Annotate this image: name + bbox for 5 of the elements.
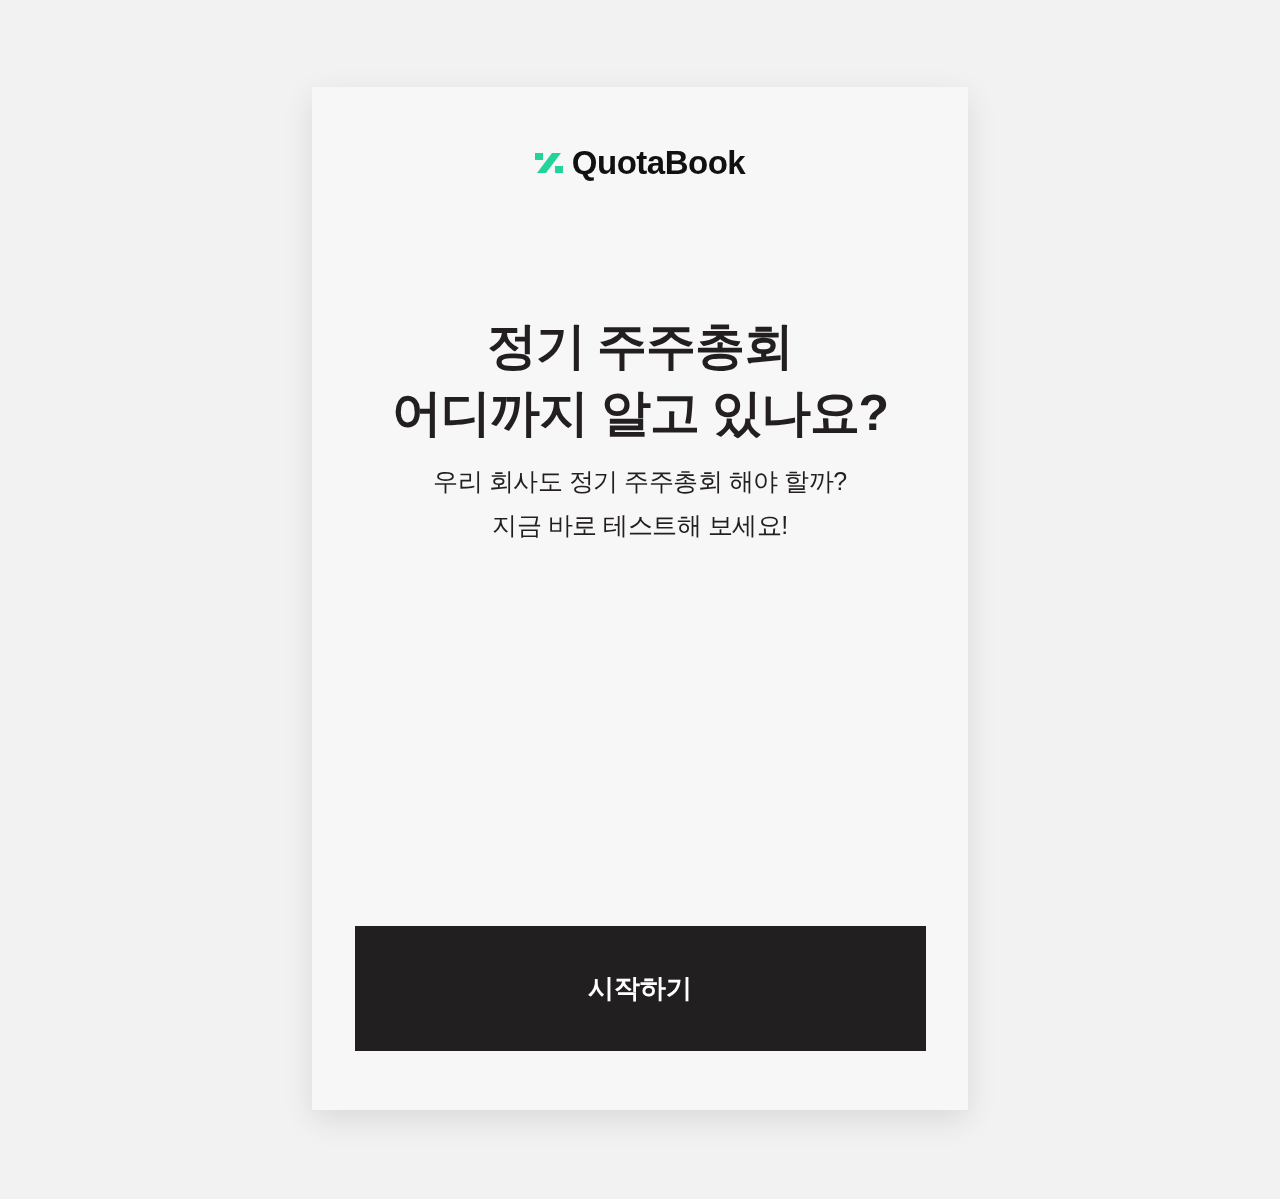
start-button[interactable]: 시작하기 bbox=[354, 926, 926, 1051]
logo-icon bbox=[534, 153, 563, 173]
logo-text: QuotaBook bbox=[571, 143, 746, 183]
subtitle: 우리 회사도 정기 주주총회 해야 할까? 지금 바로 테스트해 보세요! bbox=[433, 466, 847, 541]
headline: 정기 주주총회 어디까지 알고 있나요? bbox=[391, 317, 889, 443]
